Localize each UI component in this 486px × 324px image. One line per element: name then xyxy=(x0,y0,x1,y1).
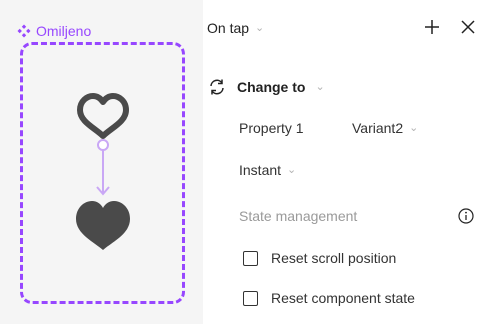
connection-start-handle[interactable] xyxy=(97,139,109,151)
heart-outline-icon[interactable] xyxy=(77,93,129,139)
interaction-panel: On tap ⌄ Change to ⌄ Property 1 Variant2… xyxy=(203,0,486,324)
add-action-button[interactable] xyxy=(419,14,445,40)
info-button[interactable] xyxy=(456,206,476,226)
transition-dropdown[interactable]: Instant ⌄ xyxy=(239,162,296,178)
swap-icon xyxy=(210,79,224,95)
chevron-down-icon: ⌄ xyxy=(315,80,325,93)
action-dropdown[interactable]: Change to ⌄ xyxy=(207,76,325,98)
trigger-label: On tap xyxy=(207,20,250,36)
property-name: Property 1 xyxy=(239,120,304,136)
canvas-preview: Omiljeno xyxy=(0,0,203,324)
trigger-dropdown[interactable]: On tap ⌄ xyxy=(207,18,264,38)
heart-filled-icon[interactable] xyxy=(76,201,130,250)
chevron-down-icon: ⌄ xyxy=(255,21,265,34)
prototype-interaction-view: Omiljeno On tap ⌄ Change to ⌄ Property 1… xyxy=(0,0,486,324)
chevron-down-icon: ⌄ xyxy=(287,163,297,176)
reset-component-checkbox[interactable] xyxy=(243,290,258,306)
reset-component-state-option[interactable]: Reset component state xyxy=(243,290,415,306)
state-management-title: State management xyxy=(239,208,358,224)
prototype-flow-diagram xyxy=(76,93,130,250)
close-icon xyxy=(461,20,475,34)
transition-label: Instant xyxy=(239,162,282,178)
plus-icon xyxy=(425,20,439,34)
chevron-down-icon: ⌄ xyxy=(409,121,419,134)
reset-component-label: Reset component state xyxy=(271,290,415,306)
property-value: Variant2 xyxy=(352,120,404,136)
reset-scroll-label: Reset scroll position xyxy=(271,250,397,266)
reset-scroll-checkbox[interactable] xyxy=(243,250,258,266)
info-icon xyxy=(458,208,474,224)
reset-scroll-position-option[interactable]: Reset scroll position xyxy=(243,250,396,266)
close-button[interactable] xyxy=(455,14,481,40)
action-label: Change to xyxy=(237,79,306,95)
property-value-dropdown[interactable]: Variant2 ⌄ xyxy=(352,120,418,136)
